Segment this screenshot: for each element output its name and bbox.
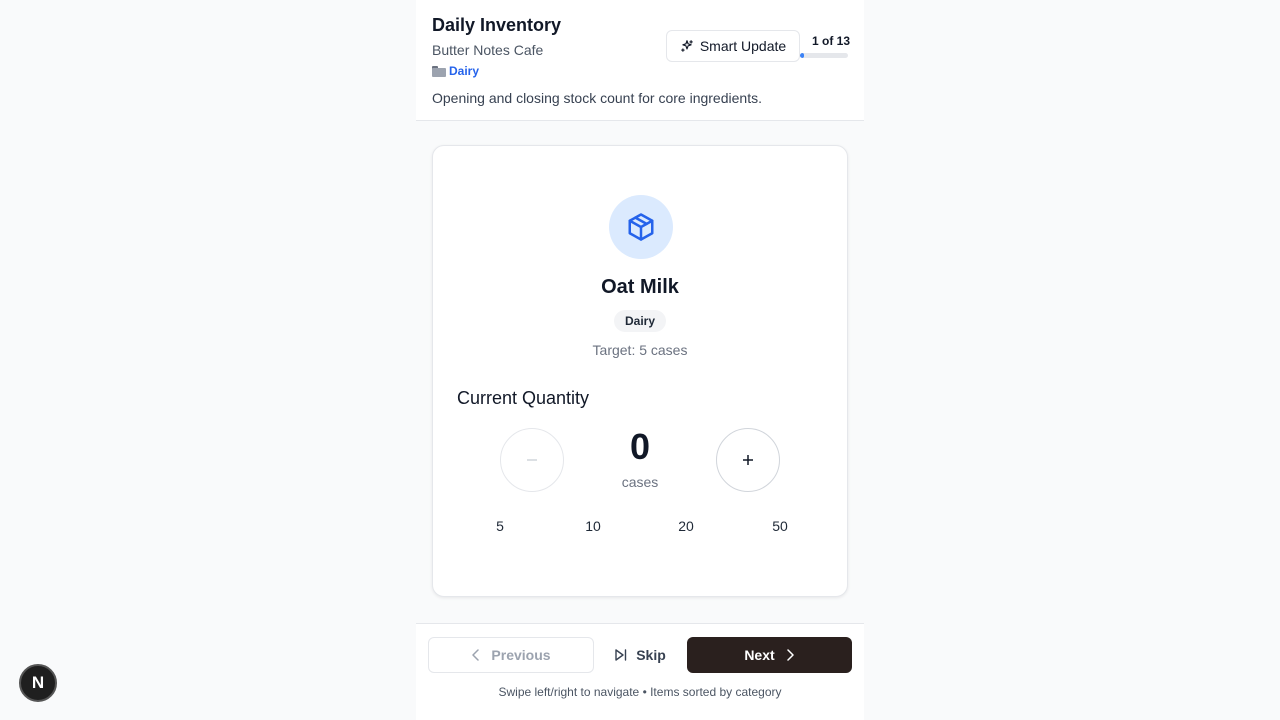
folder-icon [432, 65, 446, 77]
location-name: Butter Notes Cafe [432, 42, 544, 58]
sparkles-icon [680, 40, 693, 52]
page-title: Daily Inventory [432, 15, 562, 35]
smart-update-button[interactable]: Smart Update [666, 30, 800, 62]
category-label: Dairy [449, 64, 480, 78]
plus-icon [743, 455, 753, 465]
item-icon-circle [609, 195, 673, 259]
skip-button[interactable]: Skip [606, 637, 674, 673]
category-link[interactable]: Dairy [432, 64, 479, 78]
next-label: Next [744, 647, 775, 663]
skip-label: Skip [636, 647, 666, 663]
footer-nav: Previous Skip Next Swipe left/right to n… [416, 623, 864, 720]
item-category-badge: Dairy [614, 310, 666, 332]
quick-value-button[interactable]: 50 [750, 518, 810, 534]
quick-value-button[interactable]: 10 [563, 518, 623, 534]
dev-tools-badge[interactable]: N [19, 664, 57, 702]
app-column: Daily Inventory Butter Notes Cafe Dairy … [416, 0, 864, 720]
progress-label: 1 of 13 [812, 34, 851, 48]
item-card: Oat Milk Dairy Target: 5 cases Current Q… [432, 145, 848, 597]
item-name: Oat Milk [601, 276, 679, 298]
smart-update-label: Smart Update [699, 38, 787, 54]
navigation-hint: Swipe left/right to navigate • Items sor… [498, 685, 782, 699]
skip-forward-icon [615, 649, 627, 661]
next-button[interactable]: Next [687, 637, 852, 673]
item-target: Target: 5 cases [592, 342, 688, 358]
previous-button[interactable]: Previous [428, 637, 594, 673]
quantity-unit: cases [621, 474, 659, 490]
quantity-value: 0 [629, 426, 651, 467]
page-description: Opening and closing stock count for core… [432, 90, 762, 106]
package-icon [628, 213, 654, 241]
minus-icon [527, 459, 537, 461]
current-quantity-label: Current Quantity [457, 388, 590, 408]
chevron-left-icon [472, 649, 480, 661]
increment-button[interactable] [716, 428, 780, 492]
quick-value-button[interactable]: 5 [470, 518, 530, 534]
decrement-button[interactable] [500, 428, 564, 492]
page-header: Daily Inventory Butter Notes Cafe Dairy … [416, 0, 864, 121]
progress-fill [800, 53, 804, 58]
progress-bar [800, 53, 848, 58]
quick-value-button[interactable]: 20 [656, 518, 716, 534]
chevron-right-icon [786, 649, 794, 661]
previous-label: Previous [491, 647, 551, 663]
